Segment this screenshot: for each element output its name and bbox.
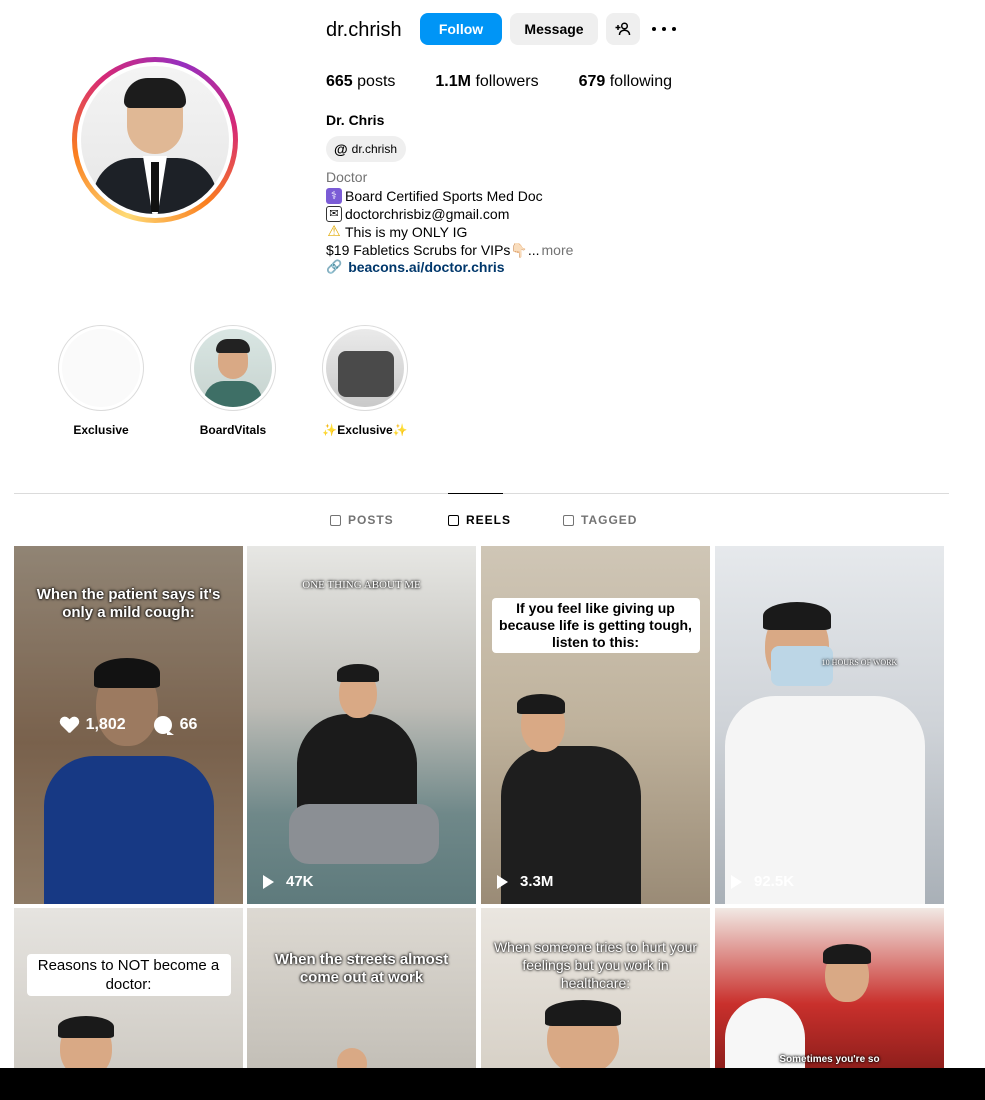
profile-avatar-ring[interactable]: [72, 57, 238, 223]
active-tab-indicator: [448, 493, 503, 494]
link-icon: 🔗: [326, 259, 343, 274]
reel-caption: When the patient says it's only a mild c…: [36, 586, 221, 621]
reel-tile[interactable]: ONE THING ABOUT ME 47K: [247, 546, 476, 904]
warning-icon: ⚠: [327, 223, 341, 240]
profile-bio: ⚕ Board Certified Sports Med Doc ✉ doctorc…: [326, 187, 573, 259]
bio-more-link[interactable]: more: [542, 241, 574, 259]
reel-tile[interactable]: When the patient says it's only a mild c…: [14, 546, 243, 904]
play-icon: [731, 874, 742, 889]
reel-tile[interactable]: When someone tries to hurt your feelings…: [481, 908, 710, 1068]
highlight-cover: [58, 325, 144, 411]
heart-icon: [60, 717, 78, 733]
reel-tile[interactable]: Sometimes you're so: [715, 908, 944, 1068]
highlight-label: Exclusive: [73, 423, 129, 437]
threads-handle: dr.chrish: [351, 142, 398, 156]
avatar-tie: [151, 162, 159, 212]
follow-button[interactable]: Follow: [420, 13, 502, 45]
reel-caption: 10 HOURS OF WORK: [821, 658, 898, 667]
play-icon: [263, 874, 274, 889]
message-button[interactable]: Message: [510, 13, 598, 45]
threads-badge[interactable]: @ dr.chrish: [326, 136, 407, 162]
add-user-icon: [615, 22, 631, 36]
highlight-cover: [322, 325, 408, 411]
more-options-icon[interactable]: [652, 20, 676, 38]
profile-username: dr.chrish: [326, 19, 402, 41]
reel-tile[interactable]: Reasons to NOT become a doctor:: [14, 908, 243, 1068]
tab-tagged[interactable]: TAGGED: [563, 513, 637, 527]
highlight-exclusive-sparkles[interactable]: ✨Exclusive✨: [322, 325, 408, 437]
profile-link-text: beacons.ai/doctor.chris: [348, 259, 505, 275]
highlight-boardvitals[interactable]: BoardVitals: [190, 325, 276, 437]
bio-line: Board Certified Sports Med Doc: [345, 188, 543, 204]
reel-tile[interactable]: If you feel like giving up because life …: [481, 546, 710, 904]
reel-views: 3.3M: [497, 873, 553, 890]
posts-stat[interactable]: 665 posts: [326, 73, 395, 91]
profile-full-name: Dr. Chris: [326, 112, 385, 128]
profile-link[interactable]: 🔗 beacons.ai/doctor.chris: [326, 259, 505, 275]
mailbox-icon: ✉: [326, 206, 342, 222]
bottom-bar: [0, 1068, 985, 1100]
highlight-label: ✨Exclusive✨: [322, 423, 408, 437]
avatar-hair: [124, 78, 186, 108]
reels-icon: [448, 514, 459, 526]
reel-comments: 66: [179, 716, 198, 733]
following-stat[interactable]: 679 following: [579, 73, 672, 91]
avatar[interactable]: [81, 66, 229, 214]
reel-views: 92.5K: [731, 873, 794, 890]
comment-icon: [153, 716, 174, 735]
reel-caption: If you feel like giving up because life …: [491, 598, 700, 653]
medical-icon: ⚕: [326, 188, 342, 204]
bio-line: $19 Fabletics Scrubs for VIPs👇🏻...: [326, 242, 540, 258]
tab-posts[interactable]: POSTS: [330, 513, 394, 527]
followers-stat[interactable]: 1.1M followers: [435, 73, 538, 91]
reel-tile[interactable]: When the streets almost come out at work: [247, 908, 476, 1068]
reel-caption: Reasons to NOT become a doctor:: [26, 954, 231, 996]
avatar-border: [77, 62, 233, 218]
profile-stats: 665 posts 1.1M followers 679 following: [326, 73, 712, 91]
reel-caption: When someone tries to hurt your feelings…: [493, 939, 698, 991]
bio-line: doctorchrisbiz@gmail.com: [345, 206, 510, 222]
grid-icon: [330, 514, 341, 526]
reel-tile[interactable]: 10 HOURS OF WORK 92.5K: [715, 546, 944, 904]
reel-hover-stats: 1,802 66: [14, 716, 243, 735]
reel-caption: Sometimes you're so: [779, 1054, 880, 1065]
profile-category: Doctor: [326, 169, 368, 185]
bio-line: This is my ONLY IG: [345, 224, 468, 240]
highlight-exclusive[interactable]: Exclusive: [58, 325, 144, 437]
highlight-label: BoardVitals: [199, 423, 267, 437]
reel-caption: When the streets almost come out at work: [274, 951, 449, 986]
threads-icon: @: [334, 141, 348, 157]
tagged-icon: [563, 514, 574, 526]
suggest-user-button[interactable]: [606, 13, 640, 45]
highlight-cover: [190, 325, 276, 411]
reel-likes: 1,802: [85, 716, 126, 733]
reel-views: 47K: [263, 873, 314, 890]
tab-reels[interactable]: REELS: [448, 513, 511, 527]
play-icon: [497, 874, 508, 889]
reel-caption: ONE THING ABOUT ME: [302, 579, 421, 591]
